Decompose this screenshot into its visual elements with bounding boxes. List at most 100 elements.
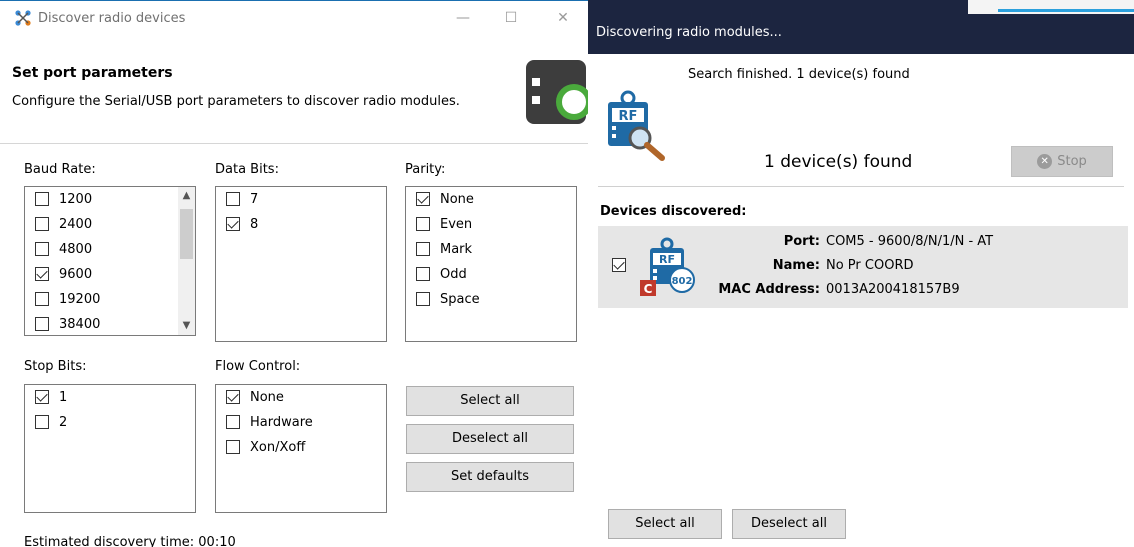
option-label: 1200 (59, 191, 93, 207)
checkbox[interactable] (35, 242, 49, 256)
baud-rate-option[interactable]: 2400 (35, 214, 92, 234)
option-label: 38400 (59, 316, 101, 332)
mac-key: MAC Address: (718, 282, 820, 297)
checkbox[interactable] (226, 390, 240, 404)
set-defaults-button[interactable]: Set defaults (406, 462, 574, 492)
minimize-button[interactable]: — (448, 7, 478, 29)
checkbox[interactable] (35, 292, 49, 306)
flow-control-option[interactable]: Hardware (226, 412, 313, 432)
data-bits-label: Data Bits: (215, 162, 279, 177)
checkbox[interactable] (416, 217, 430, 231)
scroll-up-arrow-icon[interactable]: ▲ (178, 187, 195, 205)
option-label: 19200 (59, 291, 101, 307)
stop-bits-option[interactable]: 1 (35, 387, 67, 407)
port-value: COM5 - 9600/8/N/1/N - AT (826, 234, 994, 249)
devices-discovered-heading: Devices discovered: (600, 204, 747, 219)
rf-icon-text: RF (659, 253, 675, 266)
stop-bits-option[interactable]: 2 (35, 412, 67, 432)
checkbox[interactable] (416, 267, 430, 281)
coordinator-badge-text: C (644, 282, 653, 296)
parity-option[interactable]: Mark (416, 239, 472, 259)
flow-control-list[interactable]: None Hardware Xon/Xoff (215, 384, 387, 513)
checkbox[interactable] (35, 192, 49, 206)
data-bits-option[interactable]: 8 (226, 214, 258, 234)
option-label: Odd (440, 266, 467, 282)
checkbox[interactable] (226, 440, 240, 454)
port-search-icon (526, 60, 588, 124)
stop-bits-label: Stop Bits: (24, 359, 87, 374)
rf-module-search-icon: RF (608, 90, 665, 161)
device-found-count: 1 device(s) found (764, 152, 913, 172)
select-all-button[interactable]: Select all (608, 509, 722, 539)
scroll-down-arrow-icon[interactable]: ▼ (178, 317, 195, 335)
parity-list[interactable]: None Even Mark Odd Space (405, 186, 577, 342)
deselect-all-button[interactable]: Deselect all (732, 509, 846, 539)
checkbox[interactable] (226, 415, 240, 429)
baud-rate-option[interactable]: 4800 (35, 239, 92, 259)
protocol-badge-text: 802 (672, 276, 693, 287)
checkbox[interactable] (226, 217, 240, 231)
scrollbar-thumb[interactable] (180, 209, 193, 259)
option-label: Xon/Xoff (250, 439, 306, 455)
data-bits-list[interactable]: 7 8 (215, 186, 387, 342)
port-key: Port: (783, 234, 820, 249)
checkbox[interactable] (35, 217, 49, 231)
option-label: Hardware (250, 414, 313, 430)
parity-option[interactable]: Space (416, 289, 480, 309)
parity-option[interactable]: None (416, 189, 474, 209)
checkbox[interactable] (35, 415, 49, 429)
flow-control-option[interactable]: None (226, 387, 284, 407)
checkbox[interactable] (416, 192, 430, 206)
baud-rate-list[interactable]: 1200 2400 4800 9600 19200 38400 ▲ ▼ (24, 186, 196, 336)
close-button[interactable]: ✕ (548, 7, 578, 29)
deselect-all-button[interactable]: Deselect all (406, 424, 574, 454)
estimated-discovery-time: Estimated discovery time: 00:10 (24, 535, 236, 547)
parity-label: Parity: (405, 162, 446, 177)
page-title: Set port parameters (12, 65, 173, 81)
checkbox[interactable] (226, 192, 240, 206)
data-bits-option[interactable]: 7 (226, 189, 258, 209)
maximize-button[interactable]: ☐ (496, 7, 526, 29)
device-checkbox[interactable] (612, 258, 626, 272)
baud-rate-label: Baud Rate: (24, 162, 96, 177)
select-all-button[interactable]: Select all (406, 386, 574, 416)
left-titlebar: Discover radio devices — ☐ ✕ (0, 0, 588, 34)
checkbox[interactable] (416, 242, 430, 256)
baud-rate-option[interactable]: 19200 (35, 289, 100, 309)
option-label: None (440, 191, 474, 207)
device-row[interactable]: RF 802 C Port: COM5 - 9600/8/N/1/N - AT … (598, 226, 1128, 308)
stop-button[interactable]: ✕ Stop (1011, 146, 1113, 177)
option-label: Space (440, 291, 480, 307)
checkbox[interactable] (35, 317, 49, 331)
checkbox[interactable] (35, 267, 49, 281)
window-title: Discover radio devices (38, 11, 186, 26)
baud-rate-scrollbar[interactable]: ▲ ▼ (178, 187, 195, 335)
parity-option[interactable]: Odd (416, 264, 467, 284)
baud-rate-option[interactable]: 1200 (35, 189, 92, 209)
checkbox[interactable] (35, 390, 49, 404)
option-label: 4800 (59, 241, 93, 257)
xbee-802-device-icon: RF 802 C (640, 237, 695, 296)
stop-icon: ✕ (1037, 154, 1053, 169)
option-label: None (250, 389, 284, 405)
discovering-radio-modules-window: Discovering radio modules... Search fini… (588, 0, 1134, 547)
discover-radio-devices-window: Discover radio devices — ☐ ✕ Set port pa… (0, 0, 588, 547)
device-port: Port: COM5 - 9600/8/N/1/N - AT (710, 234, 993, 252)
network-icon (15, 10, 31, 26)
flow-control-label: Flow Control: (215, 359, 301, 374)
flow-control-option[interactable]: Xon/Xoff (226, 437, 305, 457)
mac-value: 0013A200418157B9 (826, 282, 960, 297)
option-label: Even (440, 216, 473, 232)
option-label: 2400 (59, 216, 93, 232)
separator (598, 186, 1124, 187)
name-key: Name: (772, 258, 820, 273)
device-name: Name: No Pr COORD (710, 258, 914, 276)
baud-rate-option[interactable]: 9600 (35, 264, 92, 284)
name-value: No Pr COORD (826, 258, 914, 273)
device-mac: MAC Address: 0013A200418157B9 (710, 282, 960, 300)
baud-rate-option[interactable]: 38400 (35, 314, 100, 334)
stop-bits-list[interactable]: 1 2 (24, 384, 196, 513)
checkbox[interactable] (416, 292, 430, 306)
page-description: Configure the Serial/USB port parameters… (12, 94, 460, 109)
parity-option[interactable]: Even (416, 214, 472, 234)
